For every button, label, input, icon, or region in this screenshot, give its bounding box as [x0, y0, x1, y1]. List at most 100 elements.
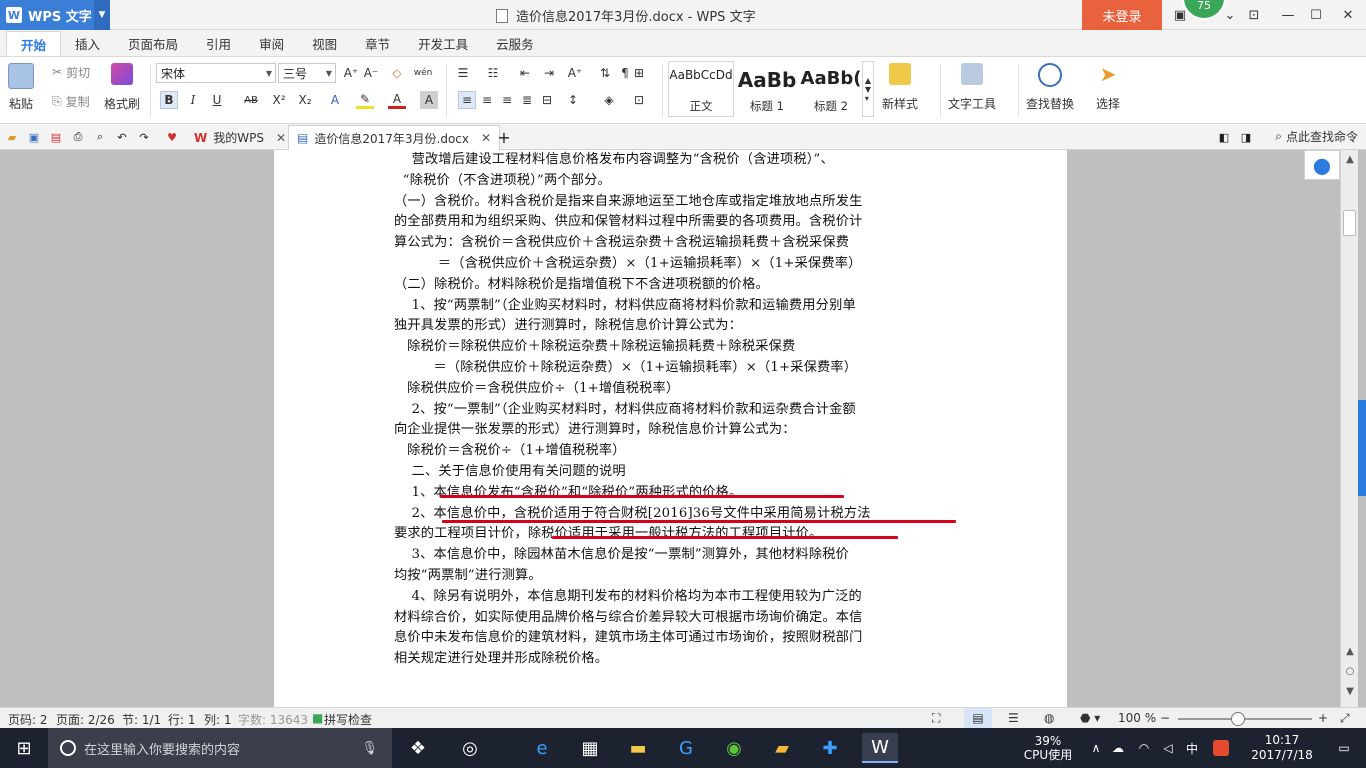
- align-right-icon[interactable]: ≡: [498, 91, 516, 109]
- spell-check-button[interactable]: 拼写检查: [324, 711, 372, 728]
- outline-view-icon[interactable]: ☰: [1008, 711, 1019, 725]
- text-tools-button[interactable]: 文字工具: [948, 63, 996, 112]
- font-size-select[interactable]: 三号 ▼: [278, 63, 336, 83]
- status-word-count[interactable]: 字数: 13643: [238, 711, 308, 728]
- document-area[interactable]: 营改增后建设工程材料信息价格发布内容调整为“含税价（含进项税）”、 “除税价（不…: [0, 150, 1366, 707]
- tab-view[interactable]: 视图: [298, 31, 351, 56]
- cpu-indicator[interactable]: 39% CPU使用: [1016, 728, 1080, 768]
- sogou-icon[interactable]: [1210, 728, 1232, 768]
- redo-icon[interactable]: ↷: [136, 129, 152, 145]
- document-page[interactable]: 营改增后建设工程材料信息价格发布内容调整为“含税价（含进项税）”、 “除税价（不…: [274, 150, 1067, 707]
- shrink-font-icon[interactable]: A⁻: [362, 64, 380, 82]
- vertical-scrollbar[interactable]: ▲ ▲ ○ ▼: [1340, 150, 1358, 707]
- zoom-out-icon[interactable]: −: [1160, 711, 1170, 725]
- volume-icon[interactable]: ◁: [1158, 728, 1178, 768]
- tab-insert[interactable]: 插入: [61, 31, 114, 56]
- cloud-icon[interactable]: ☁: [1108, 728, 1128, 768]
- text-effect-icon[interactable]: A: [326, 91, 344, 109]
- clock[interactable]: 10:17 2017/7/18: [1240, 728, 1324, 768]
- save-icon[interactable]: ▣: [26, 129, 42, 145]
- file-explorer-icon[interactable]: ▬: [620, 733, 656, 763]
- scroll-thumb[interactable]: [1343, 210, 1356, 236]
- login-button[interactable]: 未登录: [1082, 0, 1162, 30]
- tab-my-wps[interactable]: W 我的WPS ✕: [186, 125, 294, 150]
- restore-icon[interactable]: ⊡: [1240, 0, 1268, 30]
- undo-icon[interactable]: ↶: [114, 129, 130, 145]
- chinese-layout-icon[interactable]: A⁺: [566, 64, 584, 82]
- scroll-up-icon[interactable]: ▲: [1344, 646, 1356, 658]
- style-normal[interactable]: AaBbCcDd 正文: [668, 61, 734, 117]
- increase-indent-icon[interactable]: ⇥: [540, 64, 558, 82]
- fullscreen-icon[interactable]: ⛶: [932, 711, 940, 726]
- security-app-icon[interactable]: ◉: [716, 733, 752, 763]
- task-view-icon[interactable]: ❖: [400, 733, 436, 763]
- style-heading-1[interactable]: AaBb 标题 1: [734, 61, 800, 117]
- style-heading-2[interactable]: AaBb( 标题 2: [798, 61, 864, 117]
- open-folder-icon[interactable]: ▰: [4, 129, 20, 145]
- underline-icon[interactable]: U: [208, 91, 226, 109]
- app-icon[interactable]: ✚: [812, 733, 848, 763]
- view-icon[interactable]: ◨: [1238, 129, 1254, 145]
- format-painter-button[interactable]: 格式刷: [104, 63, 140, 112]
- store-icon[interactable]: ▦: [572, 733, 608, 763]
- numbered-list-icon[interactable]: ☷: [484, 64, 502, 82]
- status-page[interactable]: 页面: 2/26: [56, 711, 115, 728]
- close-icon[interactable]: ✕: [276, 131, 286, 145]
- zoom-level[interactable]: 100 %: [1118, 711, 1156, 725]
- align-center-icon[interactable]: ≡: [478, 91, 496, 109]
- tab-developer[interactable]: 开发工具: [404, 31, 482, 56]
- tab-review[interactable]: 审阅: [245, 31, 298, 56]
- export-pdf-icon[interactable]: ▤: [48, 129, 64, 145]
- tab-page-layout[interactable]: 页面布局: [114, 31, 192, 56]
- print-icon[interactable]: ⎙: [70, 129, 86, 145]
- cut-button[interactable]: ✂ 剪切: [52, 63, 90, 81]
- minimize-icon[interactable]: —: [1274, 0, 1302, 30]
- borders-icon[interactable]: ⊡: [630, 91, 648, 109]
- highlight-icon[interactable]: ✎: [356, 91, 374, 109]
- shading-icon[interactable]: ◈: [600, 91, 618, 109]
- tab-cloud[interactable]: 云服务: [482, 31, 548, 56]
- styles-scroll[interactable]: ▲ ▼ ▾: [862, 61, 874, 117]
- web-view-icon[interactable]: ◍: [1044, 711, 1054, 725]
- char-shading-icon[interactable]: A: [420, 91, 438, 109]
- font-color-icon[interactable]: A: [388, 91, 406, 109]
- tab-document[interactable]: ▤ 造价信息2017年3月份.docx ✕: [288, 125, 501, 150]
- scroll-up-icon[interactable]: ▲: [1344, 154, 1356, 166]
- zoom-in-icon[interactable]: +: [1318, 711, 1328, 725]
- action-center-icon[interactable]: ▭: [1326, 728, 1362, 768]
- line-spacing-icon[interactable]: ↕: [564, 91, 582, 109]
- location-pin-button[interactable]: ⬤: [1304, 150, 1340, 180]
- tab-start[interactable]: 开始: [6, 31, 62, 56]
- find-replace-button[interactable]: 查找替换: [1026, 63, 1074, 112]
- browser-icon[interactable]: G: [668, 733, 704, 763]
- strikethrough-icon[interactable]: AB: [240, 91, 262, 109]
- bullet-list-icon[interactable]: ☰: [454, 64, 472, 82]
- chevron-down-icon[interactable]: ▼: [94, 0, 110, 30]
- new-tab-icon[interactable]: +: [496, 128, 512, 147]
- new-style-button[interactable]: 新样式: [882, 63, 918, 112]
- copy-button[interactable]: ⎘ 复制: [52, 92, 90, 110]
- print-preview-icon[interactable]: ⌕: [92, 129, 108, 145]
- app-menu-button[interactable]: W WPS 文字 ▼: [0, 0, 110, 30]
- bold-icon[interactable]: B: [160, 91, 178, 109]
- find-command-search[interactable]: ⌕ 点此查找命令: [1275, 128, 1358, 145]
- customize-icon[interactable]: ♥: [164, 129, 180, 145]
- align-left-icon[interactable]: ≡: [458, 91, 476, 109]
- tray-chevron-icon[interactable]: ∧: [1086, 728, 1106, 768]
- ime-indicator[interactable]: 中: [1182, 728, 1202, 768]
- decrease-indent-icon[interactable]: ⇤: [516, 64, 534, 82]
- scroll-down-icon[interactable]: ▼: [1344, 686, 1356, 698]
- close-icon[interactable]: ✕: [481, 131, 491, 145]
- clear-format-icon[interactable]: ◇: [388, 64, 406, 82]
- tab-chapter[interactable]: 章节: [351, 31, 404, 56]
- distribute-icon[interactable]: ⊟: [538, 91, 556, 109]
- phonetic-icon[interactable]: wén: [414, 64, 433, 82]
- edge-icon[interactable]: e: [524, 733, 560, 763]
- paragraph-sort-icon[interactable]: ⇅: [596, 64, 614, 82]
- grow-font-icon[interactable]: A⁺: [342, 64, 360, 82]
- microphone-icon[interactable]: 🎙: [361, 741, 378, 756]
- close-icon[interactable]: ✕: [1334, 0, 1362, 30]
- wps-writer-taskbar-icon[interactable]: W: [862, 733, 898, 763]
- page-view-icon[interactable]: ▤: [964, 708, 992, 728]
- fit-page-icon[interactable]: ⤢: [1340, 711, 1350, 726]
